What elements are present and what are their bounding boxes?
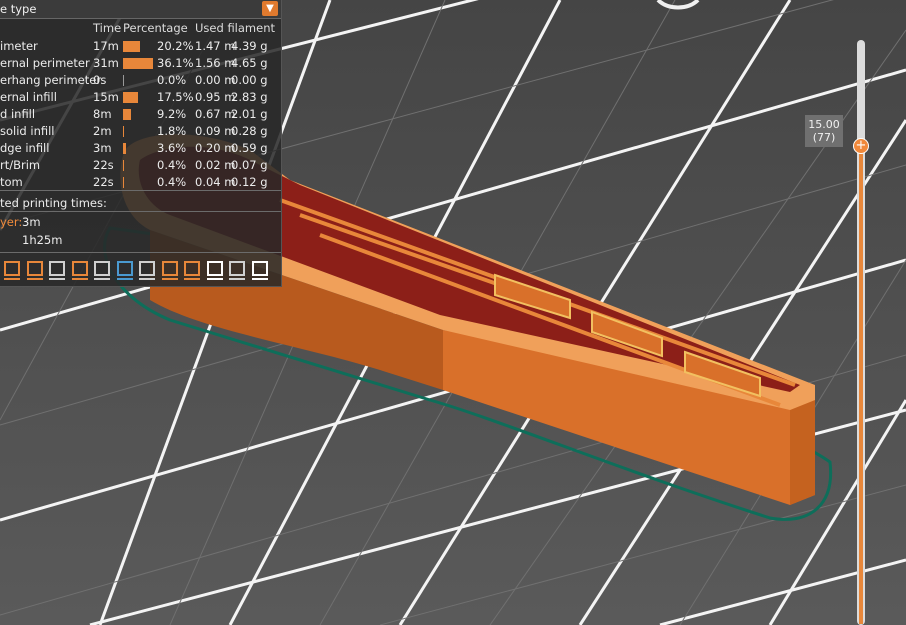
- wipe-icon[interactable]: [47, 258, 67, 282]
- feature-percentage: 1.8%: [157, 124, 187, 138]
- feature-row[interactable]: ernal perimeter 31m 36.1% 1.56 m 4.65 g: [0, 54, 281, 71]
- tool-marker-icon[interactable]: [250, 258, 270, 282]
- percentage-bar: [123, 160, 124, 171]
- feature-time: 8m: [93, 107, 112, 121]
- 3d-viewport[interactable]: e type ▼ Time Percentage Used filament i…: [0, 0, 906, 625]
- feature-time: 3m: [93, 141, 112, 155]
- feature-name: solid infill: [0, 124, 55, 138]
- feature-time: 0s: [93, 73, 107, 87]
- feature-name: ernal perimeter: [0, 56, 90, 70]
- checker-icon[interactable]: [205, 258, 225, 282]
- feature-row[interactable]: rt/Brim 22s 0.4% 0.02 m 0.07 g: [0, 156, 281, 173]
- layer-number-label: (77): [812, 131, 836, 144]
- feature-weight: 0.12 g: [231, 175, 268, 189]
- percentage-bar: [123, 143, 126, 154]
- part-end-wall: [790, 400, 815, 505]
- feature-length: 0.04 m: [195, 175, 236, 189]
- feature-weight: 4.39 g: [231, 39, 268, 53]
- layer-slider-track[interactable]: [857, 40, 865, 625]
- percentage-bar: [123, 126, 125, 137]
- divider: [0, 190, 281, 191]
- column-time: Time: [93, 21, 122, 35]
- feature-weight: 2.83 g: [231, 90, 268, 104]
- feature-length: 1.47 m: [195, 39, 236, 53]
- divider: [0, 211, 281, 212]
- feature-length: 0.20 m: [195, 141, 236, 155]
- feature-percentage: 36.1%: [157, 56, 194, 70]
- feature-weight: 0.07 g: [231, 158, 268, 172]
- feature-percentage: 17.5%: [157, 90, 194, 104]
- feature-length: 0.09 m: [195, 124, 236, 138]
- view-type-label: e type: [0, 2, 37, 16]
- color-change-icon[interactable]: [115, 258, 135, 282]
- feature-name: tom: [0, 175, 23, 189]
- overhang-icon[interactable]: [25, 258, 45, 282]
- estimated-times-title: ted printing times:: [0, 196, 107, 210]
- feature-percentage: 20.2%: [157, 39, 194, 53]
- layer-time-value: 3m: [22, 215, 41, 229]
- feature-weight: 2.01 g: [231, 107, 268, 121]
- layer-slider-thumb[interactable]: +: [853, 138, 869, 154]
- column-used-filament: Used filament: [195, 21, 276, 35]
- percentage-bar: [123, 109, 131, 120]
- feature-percentage: 0.0%: [157, 73, 187, 87]
- layer-time-label: yer:: [0, 215, 23, 229]
- feature-time: 22s: [93, 158, 114, 172]
- feature-row[interactable]: tom 22s 0.4% 0.04 m 0.12 g: [0, 173, 281, 190]
- percentage-bar: [123, 58, 153, 69]
- legend-toolbar: [0, 256, 281, 284]
- cube-icon[interactable]: [227, 258, 247, 282]
- percentage-bar: [123, 177, 124, 188]
- feature-name: dge infill: [0, 141, 50, 155]
- feature-row[interactable]: d infill 8m 9.2% 0.67 m 2.01 g: [0, 105, 281, 122]
- feature-weight: 0.00 g: [231, 73, 268, 87]
- feature-row[interactable]: imeter 17m 20.2% 1.47 m 4.39 g: [0, 37, 281, 54]
- shell-icon[interactable]: [2, 258, 22, 282]
- feature-percentage: 0.4%: [157, 175, 187, 189]
- layer-slider-readout: 15.00 (77): [805, 115, 843, 147]
- percentage-bar: [123, 75, 124, 86]
- feature-time: 22s: [93, 175, 114, 189]
- total-time-value: 1h25m: [22, 233, 63, 247]
- feature-name: imeter: [0, 39, 38, 53]
- legend-panel: e type ▼ Time Percentage Used filament i…: [0, 0, 282, 287]
- seam-icon[interactable]: [70, 258, 90, 282]
- feature-length: 1.56 m: [195, 56, 236, 70]
- feature-time: 2m: [93, 124, 112, 138]
- retraction-icon[interactable]: [160, 258, 180, 282]
- view-type-combo[interactable]: e type ▼: [0, 0, 281, 19]
- feature-length: 0.00 m: [195, 73, 236, 87]
- percentage-bar: [123, 41, 140, 52]
- divider: [0, 252, 281, 253]
- extruder-icon[interactable]: [182, 258, 202, 282]
- feature-weight: 0.59 g: [231, 141, 268, 155]
- layer-height-label: 15.00: [808, 118, 840, 131]
- percentage-bar: [123, 92, 138, 103]
- feature-time: 15m: [93, 90, 119, 104]
- feature-time: 17m: [93, 39, 119, 53]
- feature-length: 0.67 m: [195, 107, 236, 121]
- feature-length: 0.95 m: [195, 90, 236, 104]
- feature-row[interactable]: dge infill 3m 3.6% 0.20 m 0.59 g: [0, 139, 281, 156]
- column-percentage: Percentage: [123, 21, 188, 35]
- feature-weight: 0.28 g: [231, 124, 268, 138]
- feature-row[interactable]: ernal infill 15m 17.5% 0.95 m 2.83 g: [0, 88, 281, 105]
- feature-percentage: 9.2%: [157, 107, 187, 121]
- timer-icon[interactable]: [137, 258, 157, 282]
- feature-name: ernal infill: [0, 90, 57, 104]
- feature-time: 31m: [93, 56, 119, 70]
- feature-percentage: 0.4%: [157, 158, 187, 172]
- feature-name: erhang perimeter: [0, 73, 102, 87]
- feature-name: rt/Brim: [0, 158, 41, 172]
- feature-name: d infill: [0, 107, 36, 121]
- feature-length: 0.02 m: [195, 158, 236, 172]
- travel-icon[interactable]: [92, 258, 112, 282]
- feature-row[interactable]: solid infill 2m 1.8% 0.09 m 0.28 g: [0, 122, 281, 139]
- feature-percentage: 3.6%: [157, 141, 187, 155]
- layer-slider-range: [859, 144, 863, 624]
- feature-row[interactable]: erhang perimeter 0s 0.0% 0.00 m 0.00 g: [0, 71, 281, 88]
- dropdown-arrow-icon[interactable]: ▼: [262, 1, 278, 16]
- feature-weight: 4.65 g: [231, 56, 268, 70]
